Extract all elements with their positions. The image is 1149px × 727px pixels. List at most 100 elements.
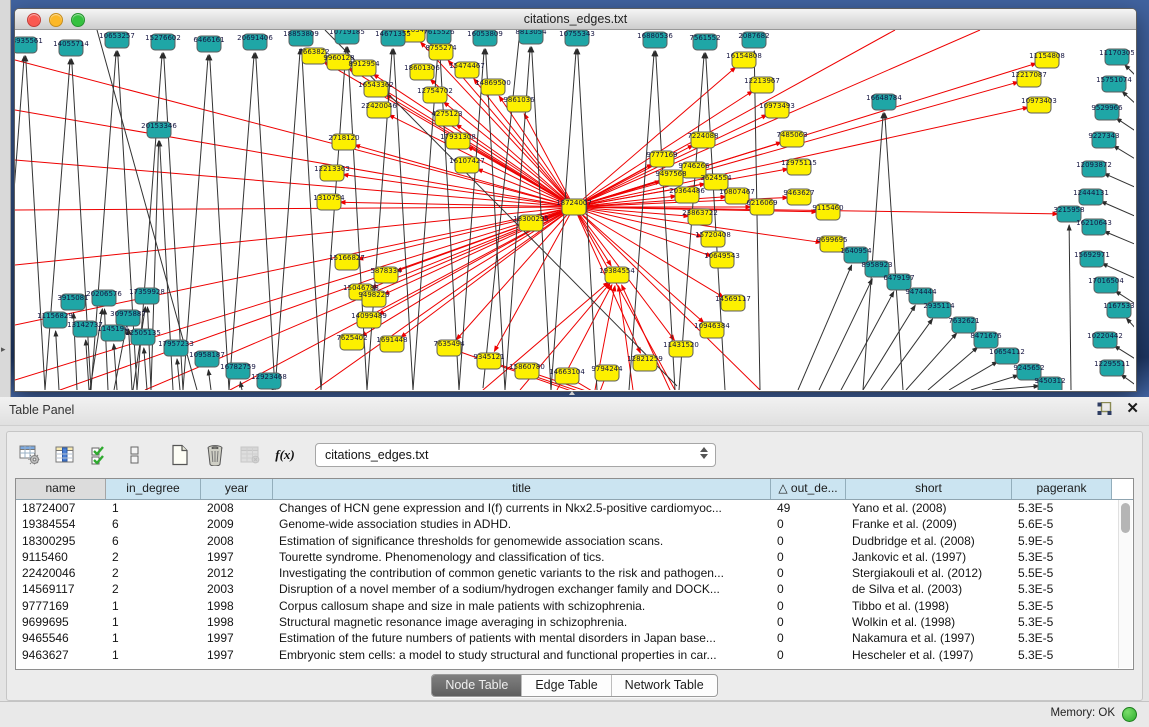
column-header-out_de[interactable]: △ out_de... <box>771 479 846 499</box>
graph-node[interactable]: 15720408 <box>695 231 731 247</box>
graph-node[interactable]: 15474467 <box>449 62 485 78</box>
minimize-window-button[interactable] <box>49 13 63 27</box>
graph-node[interactable]: 9227343 <box>1088 132 1119 148</box>
graph-node[interactable]: 7561552 <box>689 34 720 50</box>
graph-node[interactable]: 20691406 <box>237 34 273 50</box>
close-window-button[interactable] <box>27 13 41 27</box>
tab-network-table[interactable]: Network Table <box>611 675 717 696</box>
tab-edge-table[interactable]: Edge Table <box>521 675 610 696</box>
graph-node[interactable]: 12923468 <box>251 373 287 389</box>
table-row[interactable]: 2242004622012Investigating the contribut… <box>16 565 1133 581</box>
zoom-window-button[interactable] <box>71 13 85 27</box>
graph-node[interactable]: 11170305 <box>1099 49 1134 65</box>
table-settings-button[interactable] <box>17 442 43 468</box>
graph-node[interactable]: 1167533 <box>1103 302 1134 318</box>
graph-node[interactable]: 5878334 <box>370 267 402 283</box>
graph-node[interactable]: 12295511 <box>1094 360 1130 376</box>
graph-node[interactable]: 15860780 <box>509 363 545 379</box>
graph-node[interactable]: 9115460 <box>812 204 843 220</box>
graph-node[interactable]: 16880536 <box>637 32 673 48</box>
graph-node[interactable]: 2087682 <box>738 32 769 48</box>
show-columns-button[interactable] <box>52 442 78 468</box>
graph-node[interactable]: 10649543 <box>704 252 740 268</box>
graph-node[interactable]: 9794244 <box>591 365 623 381</box>
graph-node[interactable]: 10654112 <box>989 348 1025 364</box>
graph-node[interactable]: 6216069 <box>746 199 777 215</box>
select-all-button[interactable] <box>87 442 113 468</box>
network-window[interactable]: citations_edges.txt 18724007183002951938… <box>14 8 1137 392</box>
graph-node[interactable]: 9497568 <box>655 170 686 186</box>
table-row[interactable]: 1456911722003Disruption of a novel membe… <box>16 581 1133 597</box>
graph-node[interactable]: 11154808 <box>1029 52 1065 68</box>
collapsed-panel-strip[interactable]: ▸ <box>0 0 11 397</box>
graph-node[interactable]: 7615526 <box>423 30 455 44</box>
graph-node[interactable]: 9463627 <box>783 189 814 205</box>
graph-node[interactable]: 11431520 <box>663 341 699 357</box>
graph-node[interactable]: 22420046 <box>361 102 397 118</box>
memory-status-indicator[interactable] <box>1122 707 1137 722</box>
graph-node[interactable]: 10653257 <box>99 32 135 48</box>
function-builder-button[interactable]: f(x) <box>272 442 298 468</box>
graph-node[interactable]: 8813054 <box>515 30 547 44</box>
table-row[interactable]: 1872400712008Changes of HCN gene express… <box>16 500 1133 516</box>
graph-node[interactable]: 9529966 <box>1091 104 1123 120</box>
table-row[interactable]: 977716911998Corpus callosum shape and si… <box>16 598 1133 614</box>
graph-node[interactable]: 15751074 <box>1096 76 1132 92</box>
expand-panel-arrow-icon[interactable]: ▸ <box>1 344 6 355</box>
graph-node[interactable]: 14055714 <box>53 40 89 56</box>
graph-node[interactable]: 9450312 <box>1034 377 1065 390</box>
graph-node[interactable]: 12975115 <box>781 159 817 175</box>
table-row[interactable]: 946554611997Estimation of the future num… <box>16 630 1133 646</box>
graph-node[interactable]: 4275123 <box>431 110 462 126</box>
graph-node[interactable]: 10220442 <box>1087 332 1123 348</box>
table-vertical-scrollbar[interactable] <box>1118 500 1132 668</box>
graph-node[interactable]: 2718120 <box>328 134 359 150</box>
unselect-all-button[interactable] <box>122 442 148 468</box>
graph-node[interactable]: 9777169 <box>646 151 677 167</box>
graph-node[interactable]: 16107427 <box>449 157 485 173</box>
graph-node[interactable]: 17359928 <box>129 288 165 304</box>
column-header-year[interactable]: year <box>201 479 273 499</box>
graph-node[interactable]: 12505135 <box>125 329 161 345</box>
graph-node[interactable]: 1310754 <box>313 194 345 210</box>
delete-table-button[interactable] <box>202 442 228 468</box>
graph-node[interactable]: 1691448 <box>376 336 407 352</box>
graph-node[interactable]: 3915081 <box>57 294 88 310</box>
graph-node[interactable]: 14663104 <box>549 368 585 384</box>
graph-node[interactable]: 14099489 <box>351 312 387 328</box>
graph-node[interactable]: 6466161 <box>193 36 224 52</box>
graph-node[interactable]: 9498223 <box>358 291 389 307</box>
column-header-in_degree[interactable]: in_degree <box>106 479 201 499</box>
float-panel-icon[interactable] <box>1097 402 1112 416</box>
graph-node[interactable]: 12217087 <box>1011 71 1047 87</box>
graph-node[interactable]: 7224088 <box>687 132 718 148</box>
graph-node[interactable]: 12213363 <box>314 165 350 181</box>
network-view[interactable]: 1872400718300295193845549777169974626694… <box>15 30 1134 390</box>
graph-node[interactable]: 12754702 <box>417 87 453 103</box>
graph-node[interactable]: 7485063 <box>776 131 807 147</box>
table-row[interactable]: 969969511998Structural magnetic resonanc… <box>16 614 1133 630</box>
column-header-title[interactable]: title <box>273 479 771 499</box>
graph-node[interactable]: 16053809 <box>467 30 503 46</box>
graph-node[interactable]: 7635494 <box>433 340 465 356</box>
column-header-short[interactable]: short <box>846 479 1012 499</box>
graph-node[interactable]: 10755343 <box>559 30 595 46</box>
column-header-name[interactable]: name <box>16 479 106 499</box>
graph-node[interactable]: 7632621 <box>948 317 979 333</box>
graph-node[interactable]: 12821259 <box>627 355 663 371</box>
graph-node[interactable]: 15166827 <box>329 254 365 270</box>
graph-node[interactable]: 30975887 <box>110 310 146 326</box>
close-panel-icon[interactable]: ✕ <box>1126 402 1139 416</box>
graph-node[interactable]: 10946384 <box>694 322 730 338</box>
table-row[interactable]: 911546021997Tourette syndrome. Phenomeno… <box>16 549 1133 565</box>
graph-node[interactable]: 12213967 <box>744 77 780 93</box>
import-table-button[interactable] <box>237 442 263 468</box>
graph-node[interactable]: 9861036 <box>503 96 535 112</box>
table-row[interactable]: 1938455462009Genome-wide association stu… <box>16 516 1133 532</box>
table-row[interactable]: 1830029562008Estimation of significance … <box>16 533 1133 549</box>
graph-node[interactable]: 10719185 <box>329 30 365 44</box>
graph-node[interactable]: 17016504 <box>1088 277 1124 293</box>
table-selector-dropdown[interactable]: citations_edges.txt <box>315 443 716 467</box>
scrollbar-thumb[interactable] <box>1121 503 1130 533</box>
graph-node[interactable]: 15276602 <box>145 34 181 50</box>
